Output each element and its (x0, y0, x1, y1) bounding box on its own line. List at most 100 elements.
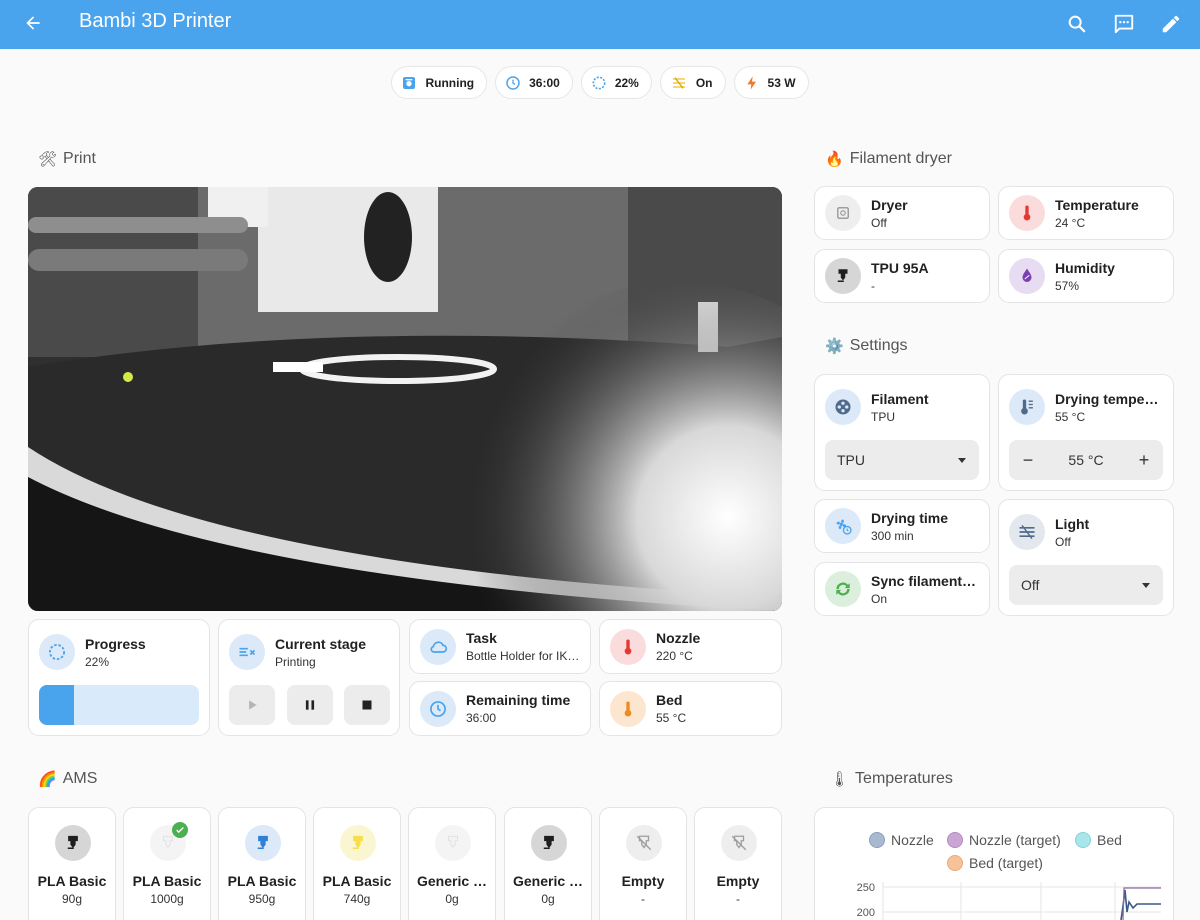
gear-icon: ⚙️ (825, 338, 844, 355)
tile-name: Nozzle (656, 630, 701, 646)
ams-slot[interactable]: Generic … 0g (408, 807, 496, 920)
power-badge[interactable]: 53 W (733, 66, 809, 99)
bed-card[interactable]: Bed 55 °C (599, 681, 782, 736)
progress-badge[interactable]: 22% (580, 66, 652, 99)
temperature-chart-card: Nozzle Nozzle (target) Bed Bed (target) … (814, 807, 1174, 920)
ams-slot-name: Empty (621, 873, 665, 889)
sync-filament-card[interactable]: Sync filament a… On (814, 562, 990, 616)
badge-label: 22% (614, 75, 639, 90)
current-stage-card[interactable]: Current stage Printing (218, 619, 400, 736)
light-strip-icon (1009, 514, 1045, 550)
top-app-bar: Bambi 3D Printer (0, 0, 1200, 49)
ams-slot[interactable]: PLA Basic 1000g (123, 807, 211, 920)
ams-slot-name: PLA Basic (227, 873, 297, 889)
light-select[interactable]: Off (1009, 565, 1163, 605)
tile-state: 57% (1055, 278, 1080, 293)
legend-item[interactable]: Nozzle (target) (947, 832, 1061, 848)
section-title-text: Settings (849, 337, 908, 354)
progress-icon (592, 76, 606, 89)
tile-state: Off (871, 215, 887, 230)
remaining-time-card[interactable]: Remaining time 36:00 (409, 681, 591, 736)
section-title-text: AMS (62, 770, 98, 787)
y-tick-label: 200 (857, 907, 875, 919)
edit-pencil-icon[interactable] (1155, 8, 1187, 40)
ams-slot[interactable]: Empty - (694, 807, 782, 920)
legend-label: Bed (1097, 832, 1122, 848)
ams-slot[interactable]: Generic … 0g (504, 807, 592, 920)
decrement-button[interactable]: − (1017, 449, 1039, 471)
ams-slot[interactable]: PLA Basic 740g (313, 807, 401, 920)
dryer-card[interactable]: Dryer Off (814, 186, 990, 240)
tile-state: 220 °C (656, 649, 693, 663)
tools-icon: 🛠 (38, 151, 58, 168)
y-tick-label: 250 (857, 882, 875, 894)
empty-slot-icon (626, 825, 662, 861)
ams-slot-name: Empty (716, 873, 760, 889)
ams-slot-name: Generic … (416, 873, 488, 889)
assist-chat-icon[interactable] (1108, 8, 1140, 40)
drying-time-card[interactable]: Drying time 300 min (814, 499, 990, 553)
filament-select[interactable]: TPU (825, 440, 979, 480)
legend-item[interactable]: Bed (1075, 832, 1122, 848)
ams-slot[interactable]: Empty - (599, 807, 687, 920)
drying-temperature-tile[interactable]: Drying temperat… 55 °C (999, 389, 1173, 425)
water-percent-icon (1009, 258, 1045, 294)
light-badge[interactable]: On (659, 66, 726, 99)
tile-state: 24 °C (1055, 215, 1086, 230)
play-icon (249, 700, 257, 710)
ams-slot-name: PLA Basic (37, 873, 107, 889)
ams-slot-name: PLA Basic (132, 873, 202, 889)
search-icon[interactable] (1061, 8, 1093, 40)
nozzle-card[interactable]: Nozzle 220 °C (599, 619, 782, 674)
tile-name: Filament (871, 390, 929, 407)
camera-image (28, 187, 782, 611)
remaining-time-badge[interactable]: 36:00 (495, 66, 573, 99)
light-tile[interactable]: Light Off (999, 514, 1173, 550)
progress-tile: Progress 22% (29, 634, 209, 670)
badge-label: Running (425, 75, 475, 90)
pause-button[interactable] (287, 685, 333, 725)
legend-item[interactable]: Bed (target) (947, 855, 1043, 871)
tile-state: Bottle Holder for IK… (466, 649, 580, 663)
dryer-icon (825, 195, 861, 231)
progress-bar[interactable] (39, 685, 199, 725)
resume-button[interactable] (229, 685, 275, 725)
filament-tile[interactable]: Filament TPU (815, 389, 989, 425)
dryer-filament-card[interactable]: TPU 95A - (814, 249, 990, 303)
legend-item[interactable]: Nozzle (869, 832, 934, 848)
select-value: Off (1021, 577, 1040, 593)
tile-name: Dryer (871, 196, 908, 213)
ams-slot[interactable]: PLA Basic 950g (218, 807, 306, 920)
back-arrow-icon[interactable] (18, 8, 48, 38)
tile-state: Off (1055, 534, 1071, 549)
tile-name: Drying time (871, 509, 949, 526)
caret-down-icon (1142, 583, 1150, 588)
print-section-title: 🛠 Print (38, 150, 96, 168)
progress-card[interactable]: Progress 22% (28, 619, 210, 736)
section-title-text: Temperatures (855, 770, 953, 787)
humidity-card[interactable]: Humidity 57% (998, 249, 1174, 303)
badge-label: 36:00 (529, 75, 560, 90)
status-badge[interactable]: Running (391, 66, 488, 99)
ams-slot-weight: 0g (445, 892, 459, 906)
ams-slot[interactable]: PLA Basic 90g (28, 807, 116, 920)
tile-state: 300 min (871, 528, 914, 543)
camera-feed[interactable] (28, 187, 782, 611)
stepper-value: 55 °C (1068, 452, 1104, 468)
temperature-plot: 250 200 (857, 882, 1161, 920)
legend-swatch (947, 832, 963, 848)
ams-slot-name: Generic … (512, 873, 584, 889)
tile-state: 55 °C (1055, 409, 1086, 424)
film-reel-icon (825, 389, 861, 425)
task-card[interactable]: Task Bottle Holder for IK… (409, 619, 591, 674)
dryer-temperature-card[interactable]: Temperature 24 °C (998, 186, 1174, 240)
filament-nozzle-icon (531, 825, 567, 861)
ams-slot-weight: - (736, 892, 740, 906)
status-badges: Running 36:00 22% On 53 W (0, 66, 1200, 99)
fan-clock-icon (825, 508, 861, 544)
tile-name: TPU 95A (871, 259, 929, 276)
tile-name: Current stage (275, 635, 367, 652)
ams-section-title: 🌈 AMS (38, 770, 97, 788)
increment-button[interactable]: + (1133, 449, 1155, 471)
stop-button[interactable] (344, 685, 390, 725)
